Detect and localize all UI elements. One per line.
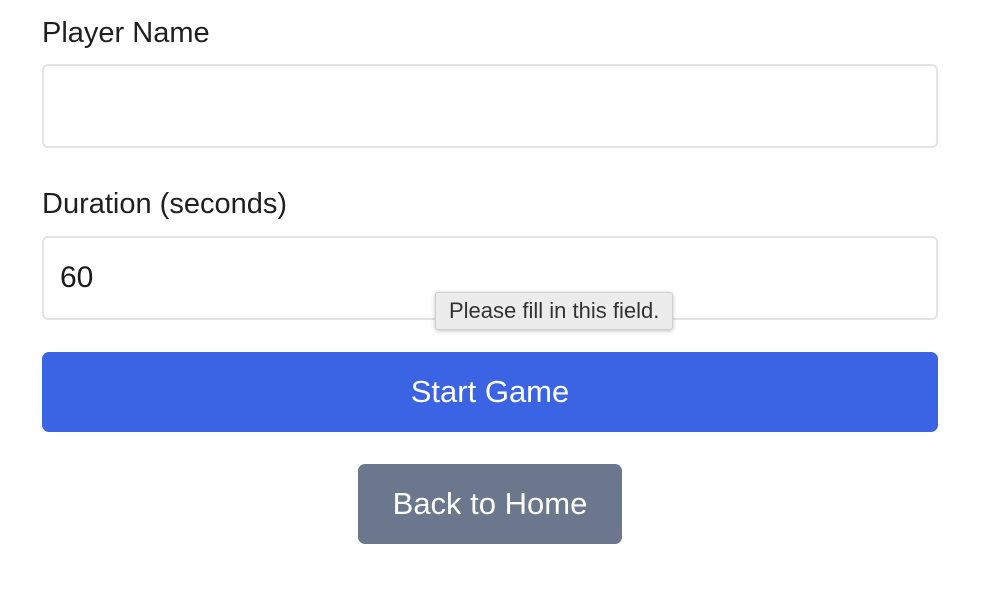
duration-label: Duration (seconds)	[42, 188, 287, 220]
player-name-label: Player Name	[42, 17, 210, 49]
player-name-input[interactable]	[42, 64, 938, 148]
validation-tooltip: Please fill in this field.	[435, 292, 674, 330]
start-game-button[interactable]: Start Game	[42, 352, 938, 432]
back-to-home-button[interactable]: Back to Home	[358, 464, 622, 544]
